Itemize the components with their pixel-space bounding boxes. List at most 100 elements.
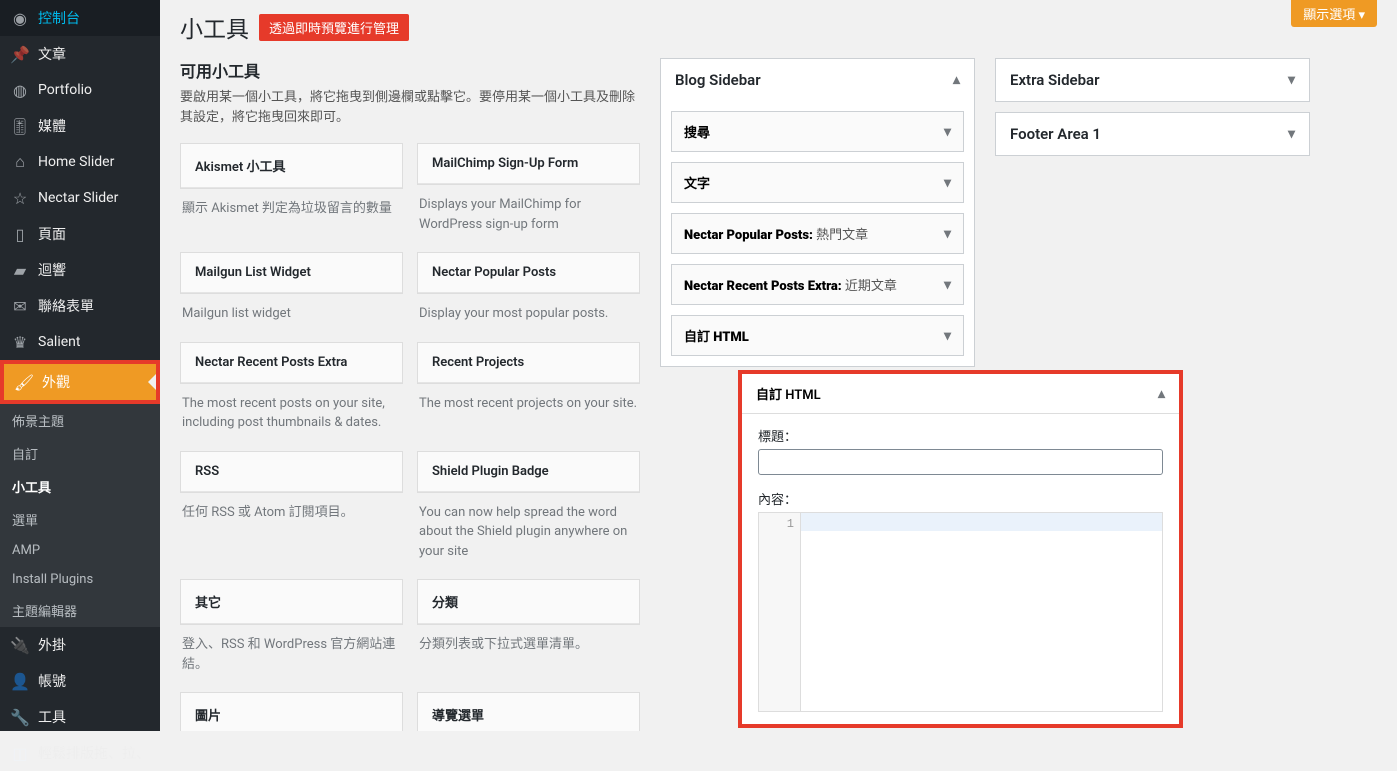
page-header: 小工具 透過即時預覽進行管理	[180, 10, 1377, 44]
menu-nectar-slider[interactable]: ☆ Nectar Slider	[0, 180, 160, 216]
menu-salient[interactable]: ♛Salient	[0, 324, 160, 360]
widget-label: 搜尋	[684, 122, 710, 141]
menu-contact[interactable]: ✉聯絡表單	[0, 288, 160, 324]
user-icon: 👤	[10, 671, 30, 691]
sidebar-widget[interactable]: 搜尋▾	[671, 111, 964, 152]
sidebar-widget[interactable]: 自訂 HTML ▾	[671, 315, 964, 356]
available-widget[interactable]: MailChimp Sign-Up FormDisplays your Mail…	[417, 143, 640, 238]
chevron-down-icon: ▾	[1288, 126, 1295, 142]
sidebar-widget-header[interactable]: 文字▾	[672, 163, 963, 202]
sidebar-widget[interactable]: Nectar Popular Posts: 熱門文章▾	[671, 213, 964, 254]
available-widget[interactable]: 分類分類列表或下拉式選單清單。	[417, 579, 640, 678]
title-input[interactable]	[758, 449, 1163, 475]
menu-media[interactable]: 🎚媒體	[0, 108, 160, 144]
widget-desc: 任何 RSS 或 Atom 訂閱項目。	[180, 493, 403, 527]
custom-html-editor: 自訂 HTML ▴ 標題： 內容： 1	[738, 370, 1183, 728]
main-content: 顯示選項 ▾ 小工具 透過即時預覽進行管理 可用小工具 要啟用某一個小工具，將它…	[160, 0, 1397, 731]
sidebar-widget-header[interactable]: 搜尋▾	[672, 112, 963, 151]
btn-label: 顯示選項	[1303, 8, 1355, 23]
widget-title[interactable]: 圖片	[181, 693, 402, 731]
sidebar-title: Blog Sidebar	[675, 71, 761, 89]
widget-title[interactable]: 其它	[181, 580, 402, 624]
sidebar-widget-header[interactable]: 自訂 HTML ▾	[672, 316, 963, 355]
available-widget[interactable]: Recent ProjectsThe most recent projects …	[417, 342, 640, 437]
preview-button[interactable]: 透過即時預覽進行管理	[259, 14, 409, 41]
sidebar-widget-header[interactable]: Nectar Recent Posts Extra: 近期文章▾	[672, 265, 963, 304]
blog-sidebar-header[interactable]: Blog Sidebar ▴	[661, 59, 974, 101]
menu-posts[interactable]: 📌文章	[0, 36, 160, 72]
menu-label: Portfolio	[38, 82, 92, 98]
menu-label: Nectar Slider	[38, 190, 118, 206]
submenu-install-plugins[interactable]: Install Plugins	[0, 565, 160, 594]
menu-plugins[interactable]: 🔌外掛	[0, 627, 160, 663]
code-editor[interactable]: 1	[758, 512, 1163, 712]
widget-title[interactable]: Nectar Recent Posts Extra	[181, 343, 402, 383]
menu-pages[interactable]: ▯ 頁面	[0, 216, 160, 252]
available-widget[interactable]: RSS任何 RSS 或 Atom 訂閱項目。	[180, 451, 403, 566]
widget-desc: The most recent projects on your site.	[417, 384, 640, 418]
widget-desc: The most recent posts on your site, incl…	[180, 384, 403, 437]
widget-title[interactable]: Shield Plugin Badge	[418, 452, 639, 492]
widget-desc: Displays your MailChimp for WordPress si…	[417, 185, 640, 238]
available-widget[interactable]: 其它登入、RSS 和 WordPress 官方網站連結。	[180, 579, 403, 678]
sidebar-widget[interactable]: 文字▾	[671, 162, 964, 203]
editor-title: 自訂 HTML	[756, 384, 821, 403]
available-widget[interactable]: Akismet 小工具顯示 Akismet 判定為垃圾留言的數量	[180, 143, 403, 238]
available-widget[interactable]: Shield Plugin BadgeYou can now help spre…	[417, 451, 640, 566]
menu-tools[interactable]: 🔧工具	[0, 699, 160, 735]
footer-sidebar-box[interactable]: Footer Area 1 ▾	[995, 112, 1310, 156]
submenu-amp[interactable]: AMP	[0, 536, 160, 565]
submenu-themes[interactable]: 佈景主題	[0, 404, 160, 437]
menu-portfolio[interactable]: ◍Portfolio	[0, 72, 160, 108]
widget-label: 自訂 HTML	[684, 326, 749, 345]
menu-appearance[interactable]: 🖌外觀	[4, 364, 156, 400]
extra-sidebar-box[interactable]: Extra Sidebar ▾	[995, 58, 1310, 102]
submenu-widgets[interactable]: 小工具	[0, 470, 160, 503]
widget-title[interactable]: MailChimp Sign-Up Form	[418, 144, 639, 184]
code-area[interactable]	[801, 513, 1162, 711]
wrench-icon: 🔧	[10, 707, 30, 727]
widget-title[interactable]: Recent Projects	[418, 343, 639, 383]
widgets-grid: Akismet 小工具顯示 Akismet 判定為垃圾留言的數量MailChim…	[180, 143, 640, 731]
available-widget[interactable]: Nectar Recent Posts ExtraThe most recent…	[180, 342, 403, 437]
sidebar-widget[interactable]: Nectar Recent Posts Extra: 近期文章▾	[671, 264, 964, 305]
menu-label: 帳號	[38, 671, 66, 691]
available-widget[interactable]: 導覽選單在側邊欄新增一個導覽選單	[417, 692, 640, 731]
admin-sidebar: ◉控制台 📌文章 ◍Portfolio 🎚媒體 ⌂Home Slider ☆ Ne…	[0, 0, 160, 731]
available-widgets-column: 可用小工具 要啟用某一個小工具，將它拖曳到側邊欄或點擊它。要停用某一個小工具及刪…	[180, 58, 640, 731]
available-widget[interactable]: 圖片顯示一張圖片。	[180, 692, 403, 731]
available-widget[interactable]: Mailgun List WidgetMailgun list widget	[180, 252, 403, 328]
widget-title[interactable]: Nectar Popular Posts	[418, 253, 639, 293]
sidebar-title: Extra Sidebar	[1010, 71, 1099, 89]
page-icon: ▯	[10, 224, 30, 244]
menu-easy-layout[interactable]: ◫輕鬆排版拖、拉、	[0, 735, 160, 771]
menu-label: 頁面	[38, 224, 66, 244]
submenu-menus[interactable]: 選單	[0, 503, 160, 536]
widget-title[interactable]: Akismet 小工具	[181, 144, 402, 188]
widget-title[interactable]: RSS	[181, 452, 402, 492]
available-widget[interactable]: Nectar Popular PostsDisplay your most po…	[417, 252, 640, 328]
chevron-down-icon: ▾	[944, 328, 951, 344]
comment-icon: ▰	[10, 260, 30, 280]
widget-title[interactable]: Mailgun List Widget	[181, 253, 402, 293]
submenu-theme-editor[interactable]: 主題編輯器	[0, 594, 160, 627]
menu-users[interactable]: 👤 帳號	[0, 663, 160, 699]
widget-title[interactable]: 導覽選單	[418, 693, 639, 731]
star-icon: ☆	[10, 188, 30, 208]
menu-comments[interactable]: ▰迴響	[0, 252, 160, 288]
menu-label: Salient	[38, 334, 80, 350]
widget-title[interactable]: 分類	[418, 580, 639, 624]
menu-label: 媒體	[38, 116, 66, 136]
menu-label: 控制台	[38, 8, 80, 28]
sidebar-widget-header[interactable]: Nectar Popular Posts: 熱門文章▾	[672, 214, 963, 253]
menu-label: 外觀	[42, 372, 70, 392]
plug-icon: 🔌	[10, 635, 30, 655]
screen-options-button[interactable]: 顯示選項 ▾	[1291, 0, 1377, 27]
editor-header[interactable]: 自訂 HTML ▴	[742, 374, 1179, 414]
menu-home-slider[interactable]: ⌂Home Slider	[0, 144, 160, 180]
menu-dashboard[interactable]: ◉控制台	[0, 0, 160, 36]
sidebar-title: Footer Area 1	[1010, 125, 1101, 143]
chevron-down-icon: ▾	[944, 226, 951, 242]
submenu-customize[interactable]: 自訂	[0, 437, 160, 470]
pin-icon: 📌	[10, 44, 30, 64]
